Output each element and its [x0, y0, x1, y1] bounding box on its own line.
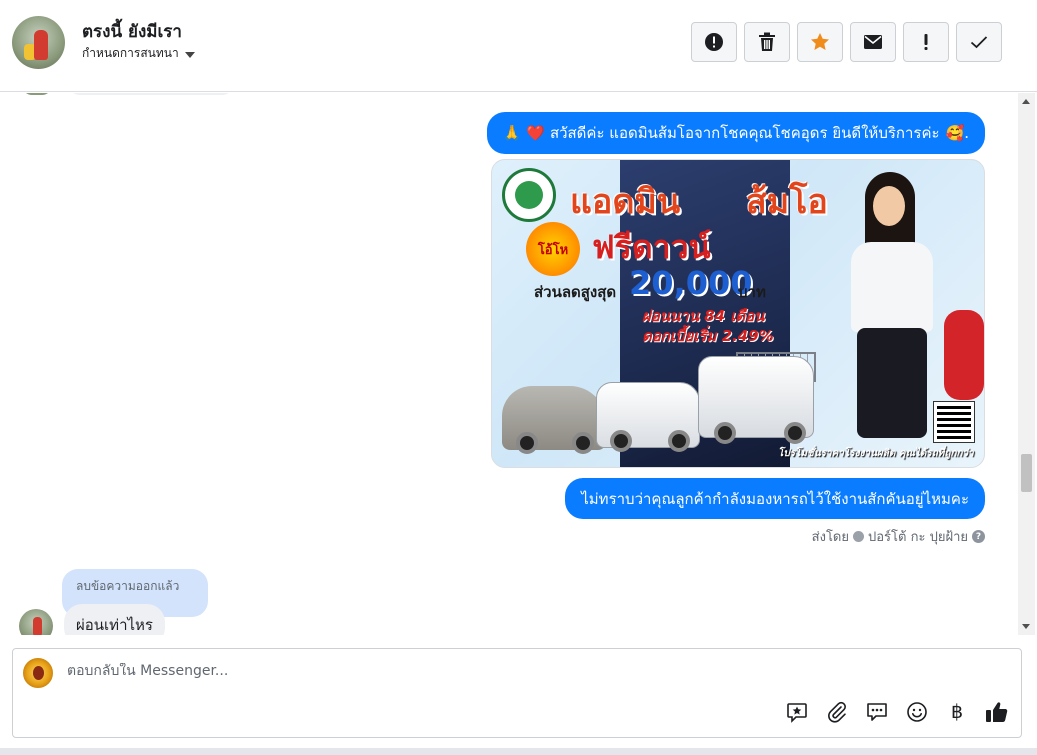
promo-image-message[interactable]: แอดมิน ส้มโอ โอ้โห ฟรีดาวน์ ส่วนลดสูงสุด… — [491, 159, 985, 468]
caret-down-icon — [184, 51, 195, 58]
wheel-graphic — [516, 432, 538, 454]
follow-up-button[interactable] — [903, 22, 949, 62]
star-icon — [811, 33, 829, 50]
greeting-text: สวัสดีค่ะ แอดมินส้มโอจากโชคคุณโชคอุดร ยิ… — [549, 124, 940, 142]
promo-burst-badge: โอ้โห — [526, 222, 580, 276]
assign-conversation-dropdown[interactable]: กำหนดการสนทนา — [82, 44, 195, 63]
scroll-down-arrow-icon[interactable] — [1022, 624, 1030, 629]
incoming-text: ผ่อนเท่าไหร — [76, 616, 153, 634]
promo-interest: ดอกเบี้ยเริ่ม 2.49% — [642, 327, 774, 345]
reply-input[interactable] — [67, 663, 667, 679]
message-thread[interactable]: 🙏 ❤️ สวัสดีค่ะ แอดมินส้มโอจากโชคคุณโชคอุ… — [0, 93, 1018, 635]
heart-emoji: ❤️ — [526, 124, 545, 142]
sent-by-name: ปอร์โต้ กะ ปุยฝ้าย — [868, 530, 968, 545]
dealer-logo — [502, 168, 556, 222]
incoming-message[interactable]: ผ่อนเท่าไหร — [64, 604, 165, 635]
contact-avatar-small[interactable] — [19, 609, 53, 635]
qr-code-image — [933, 401, 975, 443]
help-icon[interactable]: ? — [972, 530, 985, 543]
page-avatar — [23, 658, 53, 688]
smiling-hearts-emoji: 🥰. — [945, 124, 969, 142]
alert-circle-icon — [705, 33, 723, 51]
contact-name[interactable]: ตรงนี้ ยังมีเรา — [82, 18, 182, 45]
mark-unread-button[interactable] — [850, 22, 896, 62]
baht-icon[interactable]: ฿ — [945, 700, 969, 724]
check-icon — [970, 36, 988, 49]
reply-composer: ฿ — [12, 648, 1022, 738]
promo-footer: โปรโมชั่นราคาโรงงานผลิต คุณได้รถที่ถูกกว… — [778, 448, 974, 459]
red-seat-graphic — [944, 310, 984, 400]
saved-reply-icon[interactable] — [785, 700, 809, 724]
wheel-graphic — [610, 430, 632, 452]
wheel-graphic — [784, 422, 806, 444]
scroll-up-arrow-icon[interactable] — [1022, 99, 1030, 104]
question-text: ไม่ทราบว่าคุณลูกค้ากำลังมองหารถไว้ใช้งาน… — [581, 489, 969, 508]
removed-message-label: ลบข้อความออกแล้ว — [76, 579, 180, 593]
messenger-inbox: ตรงนี้ ยังมีเรา กำหนดการสนทนา 🙏 ❤️ สวัสด… — [0, 0, 1037, 755]
sent-by-info: ส่งโดย ปอร์โต้ กะ ปุยฝ้าย ? — [812, 526, 985, 547]
contact-avatar[interactable] — [12, 16, 65, 69]
previous-avatar — [22, 93, 52, 95]
outgoing-question-message[interactable]: ไม่ทราบว่าคุณลูกค้ากำลังมองหารถไว้ใช้งาน… — [565, 478, 985, 519]
previous-message — [68, 93, 234, 95]
window-bottom-edge — [0, 748, 1037, 755]
emoji-icon[interactable] — [905, 700, 929, 724]
wheel-graphic — [714, 422, 736, 444]
thread-scrollbar[interactable] — [1018, 93, 1035, 635]
assign-conversation-label: กำหนดการสนทนา — [82, 46, 179, 60]
thumbs-up-icon[interactable] — [985, 700, 1009, 724]
presenter-figure — [847, 172, 937, 452]
mark-done-button[interactable] — [956, 22, 1002, 62]
exclamation-icon — [924, 34, 928, 50]
promo-discount-label: ส่วนลดสูงสุด — [534, 283, 617, 301]
conversation-header: ตรงนี้ ยังมีเรา กำหนดการสนทนา — [0, 0, 1037, 92]
delete-button[interactable] — [744, 22, 790, 62]
outgoing-greeting-message[interactable]: 🙏 ❤️ สวัสดีค่ะ แอดมินส้มโอจากโชคคุณโชคอุ… — [486, 112, 985, 154]
report-spam-button[interactable] — [691, 22, 737, 62]
composer-toolbar: ฿ — [785, 700, 1009, 724]
envelope-icon — [864, 35, 882, 49]
promo-discount-amount: 20,000 — [629, 264, 753, 302]
pray-emoji: 🙏 — [502, 124, 522, 142]
wheel-graphic — [572, 432, 594, 454]
conversation-toolbar — [691, 22, 1002, 62]
wheel-graphic — [668, 430, 690, 452]
chat-bubbles-icon[interactable] — [865, 700, 889, 724]
attachment-icon[interactable] — [825, 700, 849, 724]
promo-discount-unit: บาท — [738, 283, 766, 301]
promo-title-right: ส้มโอ — [746, 182, 828, 222]
star-button[interactable] — [797, 22, 843, 62]
trash-icon — [759, 32, 775, 51]
scrollbar-thumb[interactable] — [1021, 454, 1032, 492]
sent-by-prefix: ส่งโดย — [811, 530, 849, 545]
promo-title-left: แอดมิน — [570, 182, 681, 222]
sender-status-icon — [853, 531, 864, 542]
